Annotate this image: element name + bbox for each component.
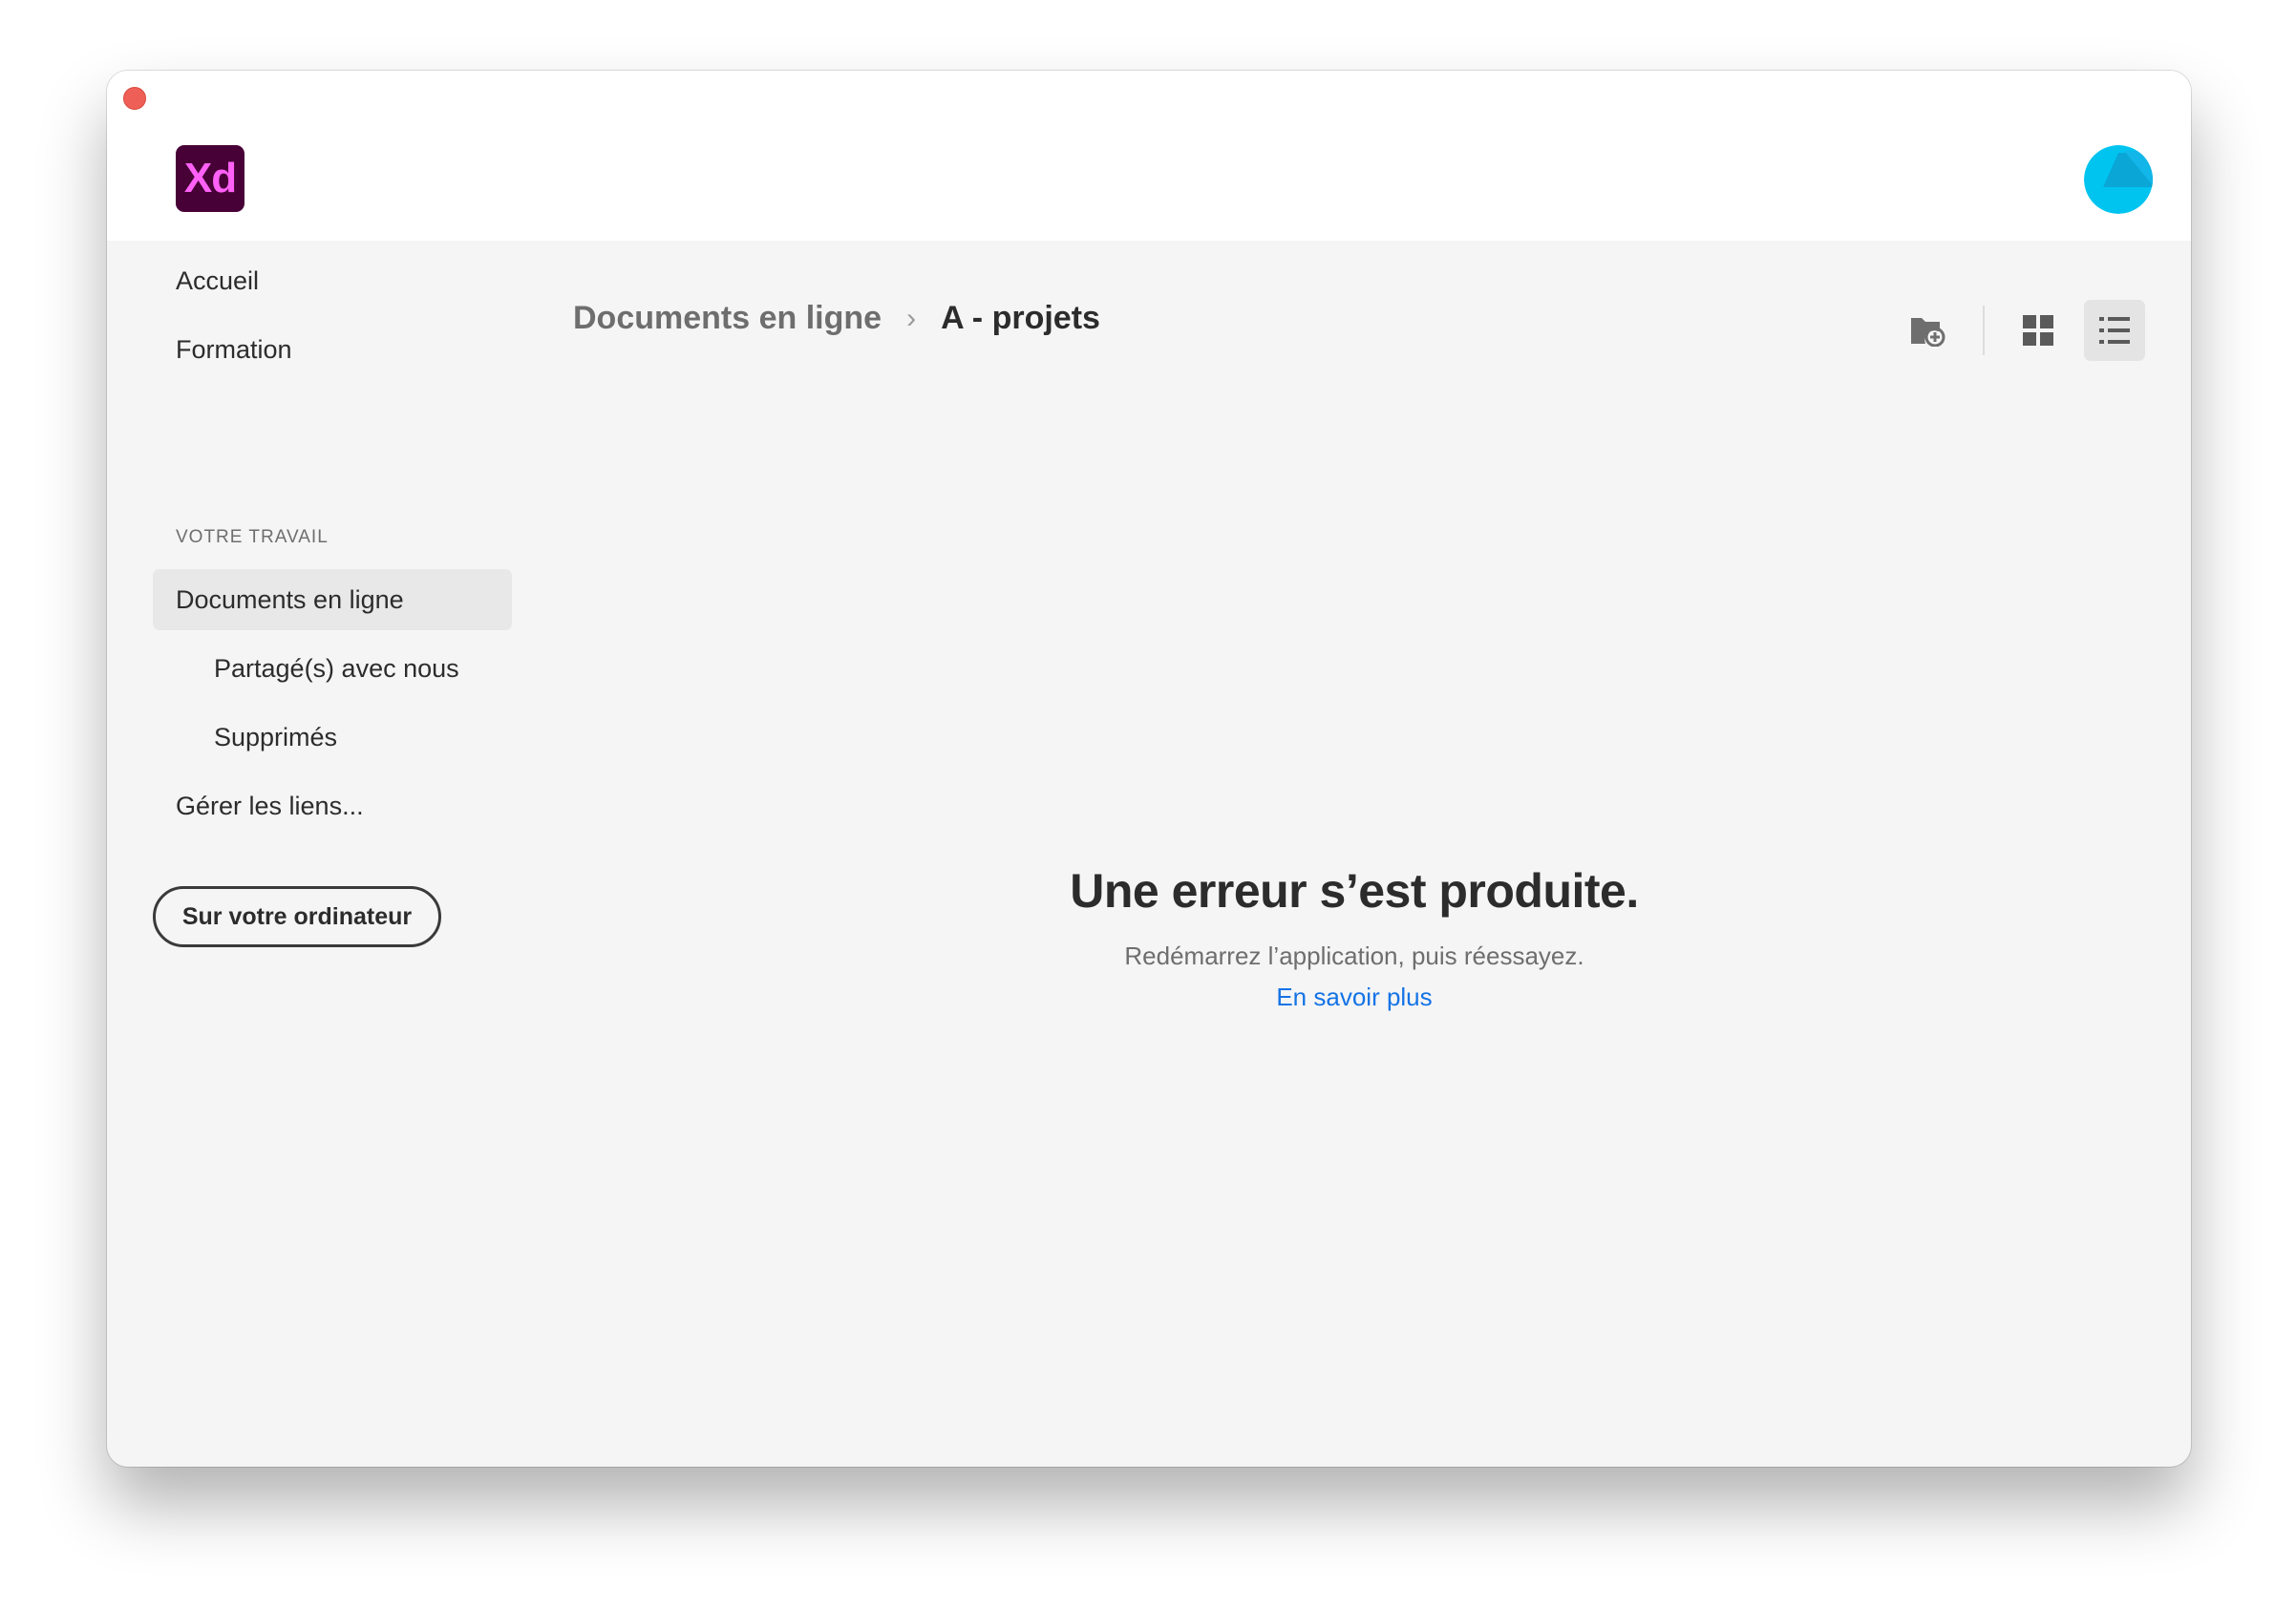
new-folder-icon xyxy=(1911,318,1945,347)
app-window: Xd Accueil Formation VOTRE TRAVAIL Docum… xyxy=(107,71,2191,1467)
sidebar-item-partages[interactable]: Partagé(s) avec nous xyxy=(214,640,459,697)
xd-logo: Xd xyxy=(176,145,244,212)
sidebar-item-supprimes[interactable]: Supprimés xyxy=(214,709,337,766)
grid-view-button[interactable] xyxy=(2008,300,2069,361)
breadcrumb-parent[interactable]: Documents en ligne xyxy=(573,300,882,337)
section-label-votre-travail: VOTRE TRAVAIL xyxy=(176,527,329,547)
sidebar-item-formation[interactable]: Formation xyxy=(176,321,292,378)
user-avatar[interactable] xyxy=(2084,145,2153,214)
error-state: Une erreur s’est produite. Redémarrez l’… xyxy=(518,863,2191,1012)
avatar-icon xyxy=(2084,145,2153,214)
new-folder-button[interactable] xyxy=(1897,300,1958,361)
list-view-button[interactable] xyxy=(2084,300,2145,361)
learn-more-link[interactable]: En savoir plus xyxy=(1276,983,1432,1012)
sidebar: Accueil Formation VOTRE TRAVAIL Document… xyxy=(107,241,518,1467)
title-bar: Xd xyxy=(107,71,2191,241)
view-toolbar xyxy=(1897,300,2145,361)
sidebar-item-accueil[interactable]: Accueil xyxy=(176,252,259,309)
grid-view-icon xyxy=(2023,315,2053,346)
sidebar-item-gerer-liens[interactable]: Gérer les liens... xyxy=(176,777,364,835)
breadcrumb-current: A - projets xyxy=(941,300,1100,336)
error-title: Une erreur s’est produite. xyxy=(1070,864,1639,918)
breadcrumb-separator: › xyxy=(906,302,917,334)
toolbar-divider xyxy=(1983,306,1985,355)
breadcrumb: Documents en ligne › A - projets xyxy=(573,300,1100,337)
sidebar-item-documents-en-ligne[interactable]: Documents en ligne xyxy=(176,571,404,628)
close-window-button[interactable] xyxy=(123,87,146,110)
list-view-icon xyxy=(2099,317,2130,344)
local-files-button[interactable]: Sur votre ordinateur xyxy=(153,886,441,947)
error-message: Redémarrez l’application, puis réessayez… xyxy=(1124,942,1584,970)
